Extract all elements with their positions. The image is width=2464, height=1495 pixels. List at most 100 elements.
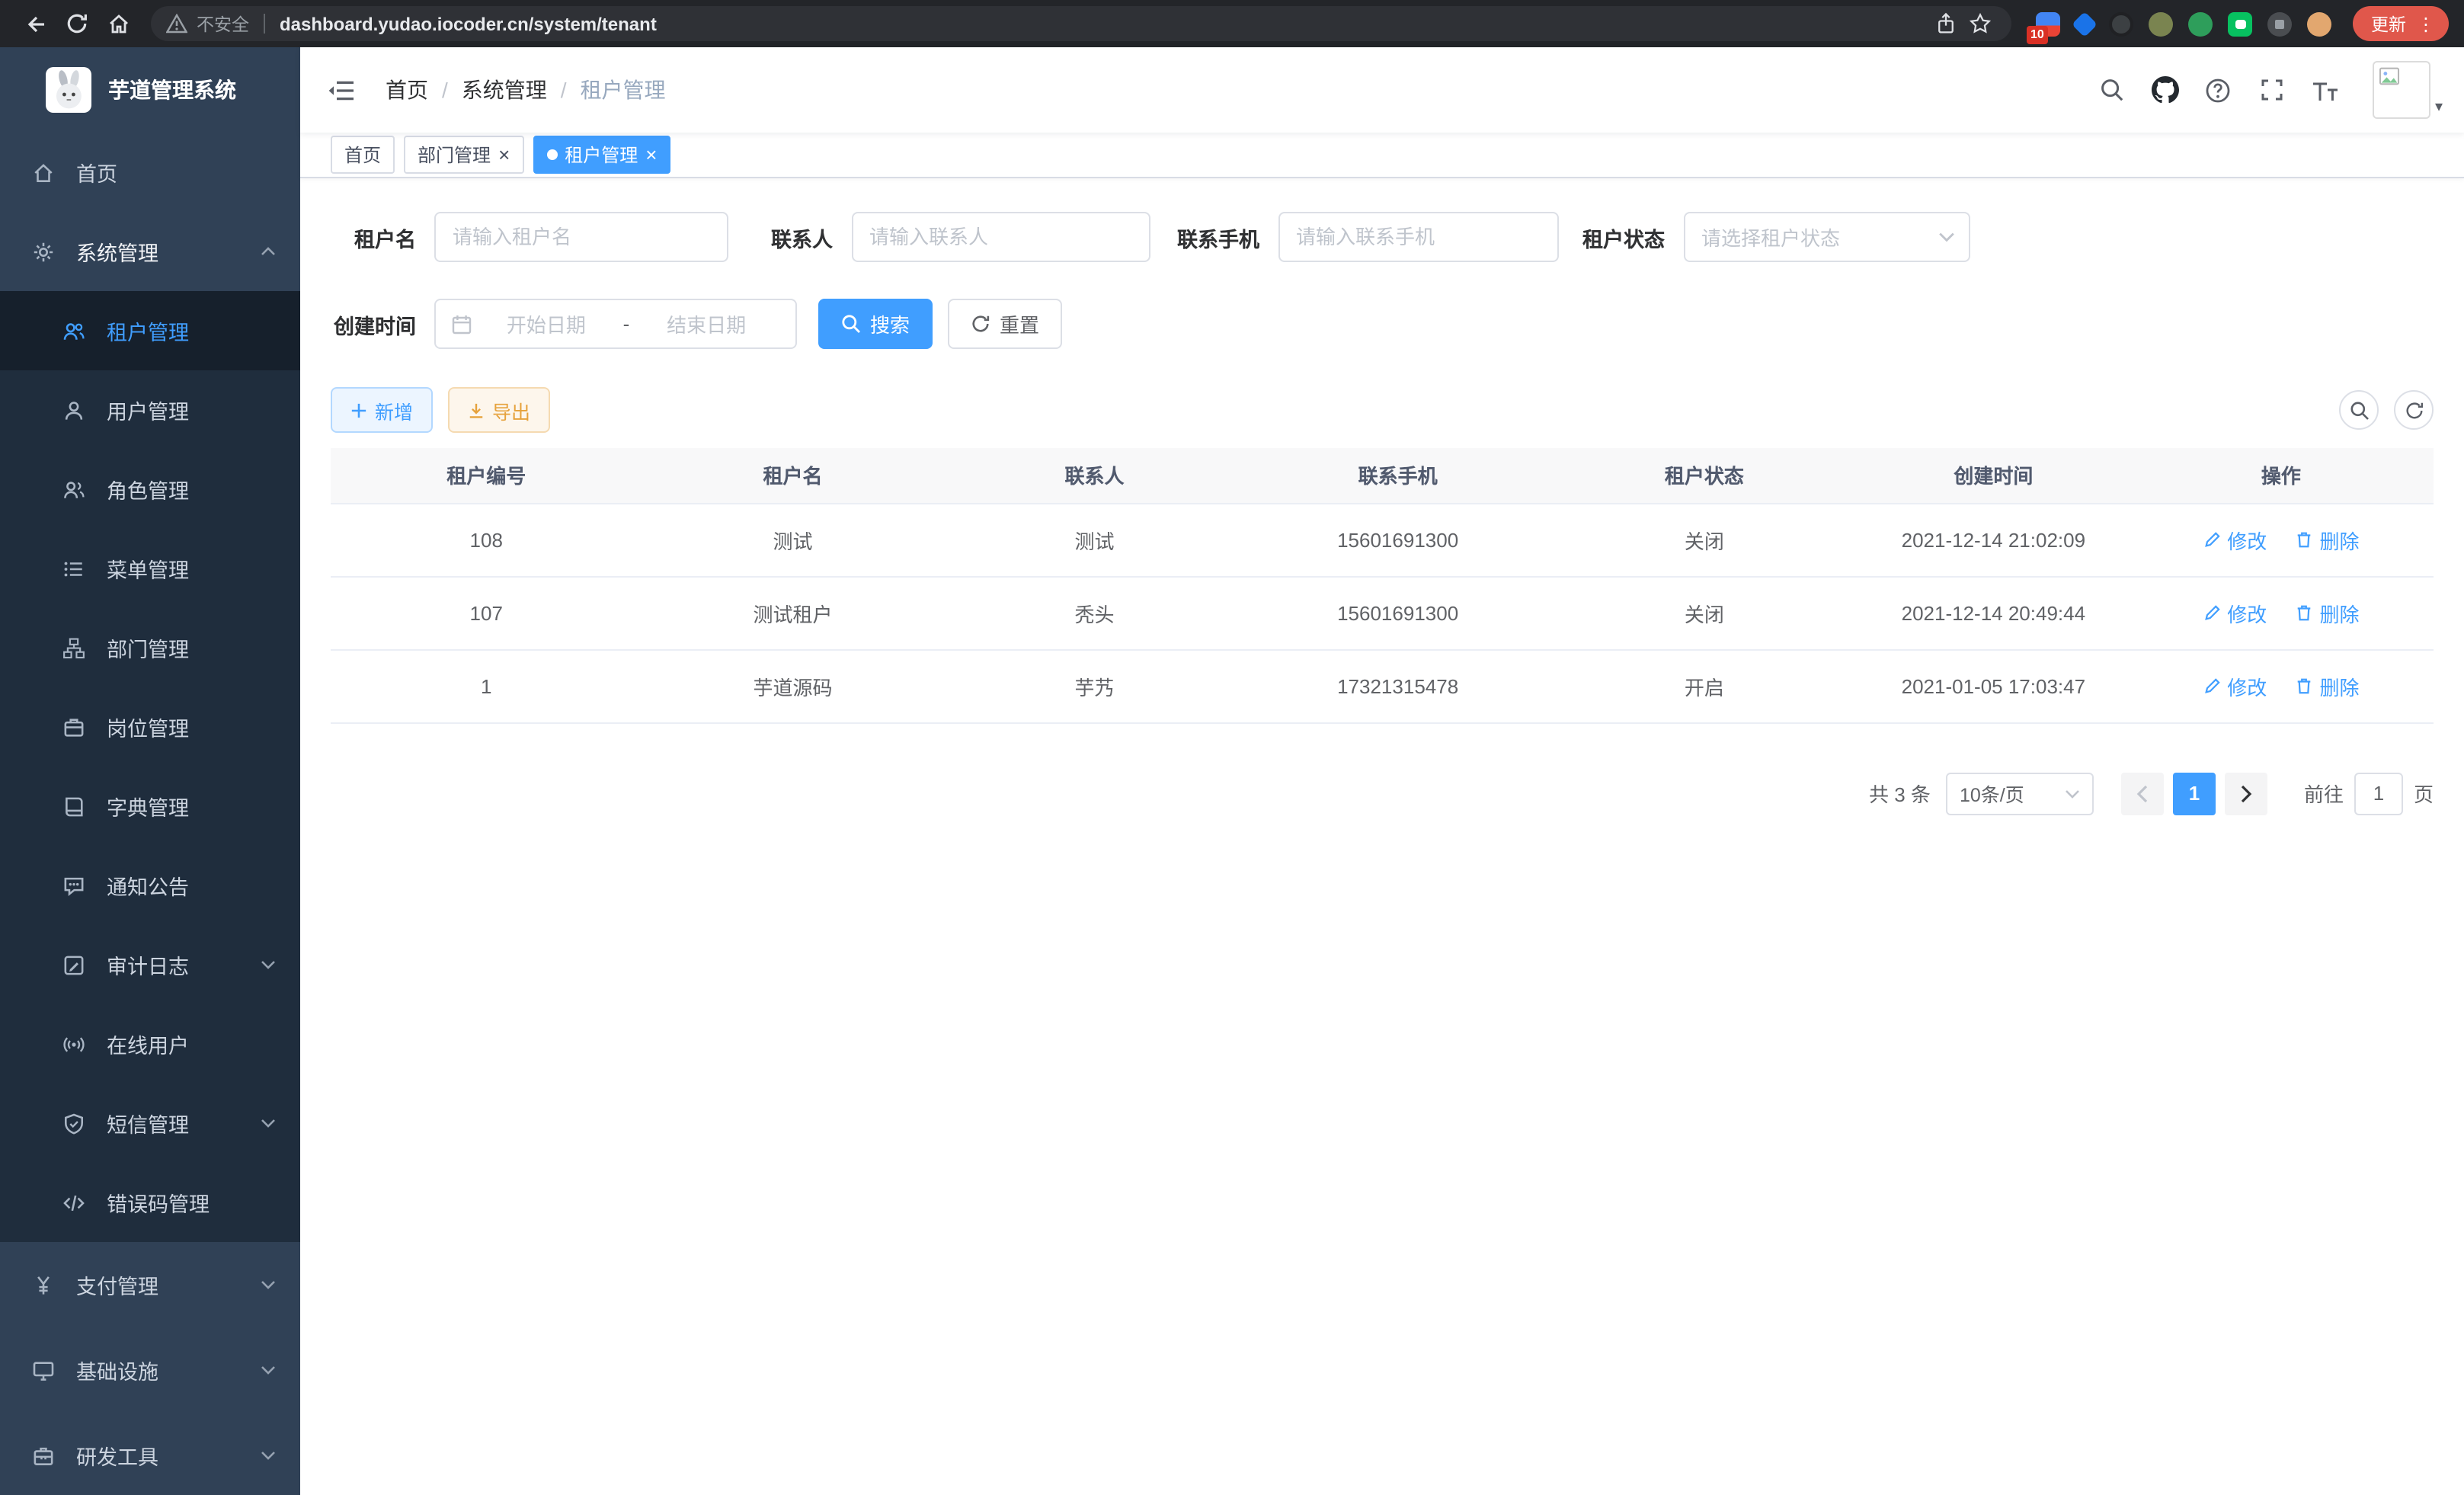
- edit-link[interactable]: 修改: [2203, 671, 2267, 700]
- close-icon[interactable]: ×: [645, 145, 657, 165]
- bookmark-button[interactable]: [1963, 7, 1996, 40]
- sidebar-toggle-button[interactable]: [322, 72, 361, 107]
- cell-tenant-id: 108: [331, 503, 642, 576]
- sidebar-item-audit-log[interactable]: 审计日志: [0, 925, 300, 1004]
- breadcrumb-item[interactable]: 首页: [386, 75, 428, 105]
- delete-link[interactable]: 删除: [2295, 525, 2359, 554]
- help-docs-button[interactable]: [2200, 72, 2237, 108]
- extension-icon[interactable]: [2072, 11, 2098, 37]
- reset-button[interactable]: 重置: [948, 299, 1062, 349]
- sidebar-item-home[interactable]: 首页: [0, 133, 300, 212]
- chevron-down-icon: [2065, 789, 2080, 798]
- browser-update-button[interactable]: 更新 ⋮: [2353, 6, 2449, 41]
- chevron-right-icon: [2240, 784, 2252, 802]
- sidebar-item-label: 错误码管理: [107, 1187, 276, 1218]
- app-header: 首页 / 系统管理 / 租户管理: [300, 47, 2464, 133]
- tab-home[interactable]: 首页: [331, 136, 395, 174]
- tab-dept[interactable]: 部门管理 ×: [404, 136, 523, 174]
- download-icon: [468, 402, 485, 418]
- header-search-button[interactable]: [2094, 72, 2130, 108]
- font-size-button[interactable]: [2307, 72, 2344, 108]
- extension-icon[interactable]: [2109, 11, 2133, 36]
- add-tenant-button[interactable]: 新增: [331, 387, 433, 433]
- edit-link[interactable]: 修改: [2203, 525, 2267, 554]
- browser-back-button[interactable]: [15, 3, 56, 44]
- toggle-search-button[interactable]: [2339, 390, 2379, 430]
- app-logo[interactable]: 芋道管理系统: [0, 47, 300, 133]
- sidebar-item-pay[interactable]: 支付管理: [0, 1242, 300, 1327]
- breadcrumb-separator: /: [561, 78, 567, 102]
- pencil-icon: [2203, 677, 2221, 695]
- sidebar-item-menu[interactable]: 菜单管理: [0, 529, 300, 608]
- sidebar-item-notice[interactable]: 通知公告: [0, 846, 300, 925]
- org-tree-icon: [62, 636, 85, 659]
- sidebar-item-online-users[interactable]: 在线用户: [0, 1004, 300, 1084]
- caret-down-icon: ▾: [2435, 101, 2443, 119]
- search-button[interactable]: 搜索: [818, 299, 933, 349]
- sidebar-item-system[interactable]: 系统管理: [0, 212, 300, 291]
- sidebar-item-error-code[interactable]: 错误码管理: [0, 1163, 300, 1242]
- delete-link[interactable]: 删除: [2295, 671, 2359, 700]
- browser-menu-icon[interactable]: ⋮: [2417, 13, 2435, 34]
- sidebar-item-role[interactable]: 角色管理: [0, 450, 300, 529]
- close-icon[interactable]: ×: [498, 145, 510, 165]
- sidebar-item-dept[interactable]: 部门管理: [0, 608, 300, 687]
- cell-actions: 修改 删除: [2129, 649, 2434, 722]
- cell-contact: 芋艿: [944, 649, 1246, 722]
- tab-label: 部门管理: [418, 142, 491, 168]
- column-header: 联系手机: [1246, 448, 1550, 503]
- log-icon: [62, 953, 85, 976]
- goto-label: 前往: [2304, 779, 2344, 808]
- github-link-button[interactable]: [2147, 72, 2184, 108]
- page-size-select[interactable]: 10条/页: [1946, 772, 2094, 815]
- browser-refresh-button[interactable]: [56, 3, 98, 44]
- contact-input[interactable]: [851, 212, 1150, 262]
- browser-home-button[interactable]: [98, 3, 139, 44]
- signal-icon: [62, 1032, 85, 1055]
- extension-icon[interactable]: [2188, 11, 2213, 36]
- extension-icon[interactable]: [2149, 11, 2173, 36]
- breadcrumb-current: 租户管理: [581, 75, 666, 105]
- phone-input[interactable]: [1278, 212, 1558, 262]
- sidebar-item-dict[interactable]: 字典管理: [0, 767, 300, 846]
- profile-avatar-icon[interactable]: [2307, 11, 2331, 36]
- tab-label: 首页: [344, 142, 381, 168]
- sidebar-item-tenant[interactable]: 租户管理: [0, 291, 300, 370]
- tab-tenant[interactable]: 租户管理 ×: [533, 136, 670, 174]
- address-bar[interactable]: 不安全 dashboard.yudao.iocoder.cn /system/t…: [151, 6, 2011, 41]
- create-time-range-picker[interactable]: 开始日期 - 结束日期: [434, 299, 797, 349]
- chevron-left-icon: [2136, 784, 2149, 802]
- extension-badge: 10: [2027, 25, 2048, 43]
- sidebar-item-dev-tools[interactable]: 研发工具: [0, 1413, 300, 1495]
- page-number-button[interactable]: 1: [2173, 772, 2216, 815]
- share-button[interactable]: [1929, 7, 1963, 40]
- sidebar-item-user[interactable]: 用户管理: [0, 370, 300, 450]
- yen-icon: [32, 1273, 55, 1296]
- extension-icon[interactable]: [2267, 11, 2292, 36]
- refresh-table-button[interactable]: [2394, 390, 2434, 430]
- sidebar: 芋道管理系统 首页 系统管理 租户管理 用户管理: [0, 47, 300, 1495]
- next-page-button[interactable]: [2225, 772, 2267, 815]
- goto-page-input[interactable]: [2354, 772, 2403, 815]
- extension-icon[interactable]: [2228, 11, 2252, 36]
- breadcrumb-item[interactable]: 系统管理: [462, 75, 547, 105]
- avatar[interactable]: [2373, 61, 2430, 119]
- extension-icon[interactable]: 10: [2036, 11, 2060, 36]
- prev-page-button[interactable]: [2121, 772, 2164, 815]
- user-menu[interactable]: ▾: [2373, 61, 2443, 119]
- fullscreen-button[interactable]: [2254, 72, 2290, 108]
- status-select[interactable]: 请选择租户状态: [1683, 212, 1970, 262]
- security-label[interactable]: 不安全: [197, 11, 249, 36]
- table-row: 108 测试 测试 15601691300 关闭 2021-12-14 21:0…: [331, 503, 2434, 576]
- pencil-icon: [2203, 603, 2221, 622]
- chevron-down-icon: [1938, 232, 1954, 242]
- refresh-icon: [66, 12, 88, 35]
- sidebar-item-infra[interactable]: 基础设施: [0, 1327, 300, 1413]
- export-button[interactable]: 导出: [448, 387, 550, 433]
- delete-link[interactable]: 删除: [2295, 598, 2359, 627]
- sidebar-item-sms[interactable]: 短信管理: [0, 1084, 300, 1163]
- edit-link[interactable]: 修改: [2203, 598, 2267, 627]
- browser-toolbar: 不安全 dashboard.yudao.iocoder.cn /system/t…: [0, 0, 2464, 47]
- tenant-name-input[interactable]: [434, 212, 728, 262]
- sidebar-item-post[interactable]: 岗位管理: [0, 687, 300, 767]
